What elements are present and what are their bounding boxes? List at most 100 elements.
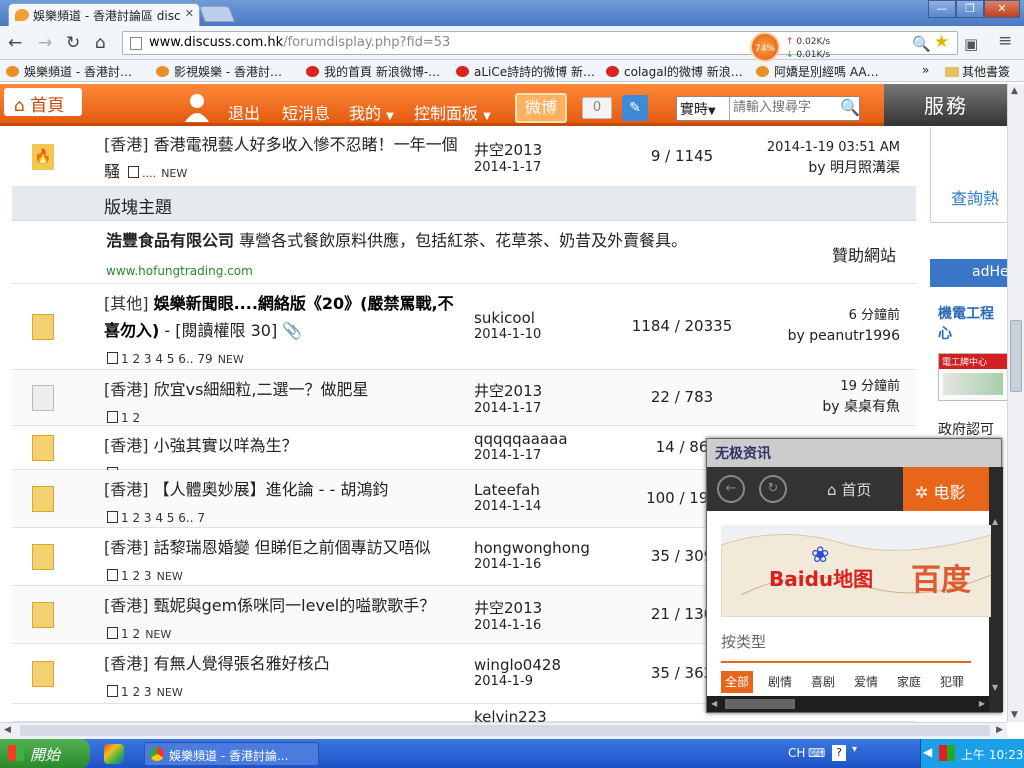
thread-title[interactable]: [香港] 話黎瑞恩婚變 但睇佢之前個專訪又唔似 1 2 3 NEW xyxy=(104,534,462,590)
thread-author[interactable]: kelvin223 xyxy=(474,708,547,722)
messages-link[interactable]: 短消息 xyxy=(282,100,330,124)
weibo-button[interactable]: 微博 xyxy=(515,93,567,123)
keyboard-icon[interactable]: ⌨ xyxy=(808,746,825,760)
folder-icon xyxy=(32,435,54,461)
category-list: 全部 剧情 喜剧 爱情 家庭 犯罪 xyxy=(721,671,991,693)
thread-author[interactable]: qqqqqaaaaa 2014-1-17 xyxy=(474,430,568,463)
thread-author[interactable]: 井空2013 2014-1-17 xyxy=(474,139,542,175)
forward-icon[interactable]: → xyxy=(38,33,52,53)
thread-author[interactable]: sukicool 2014-1-10 xyxy=(474,309,541,342)
close-window-button[interactable]: ✕ xyxy=(984,0,1020,18)
back-icon[interactable]: ← xyxy=(717,475,745,503)
ime-indicator[interactable]: CH xyxy=(788,746,805,760)
clock[interactable]: 上午 10:23 xyxy=(961,746,1023,763)
start-button[interactable]: 開始 xyxy=(0,739,90,768)
taskbar-app-button[interactable]: 娛樂頻道 - 香港討論... xyxy=(144,742,319,766)
help-icon[interactable]: ? xyxy=(832,745,846,761)
maximize-button[interactable]: ❐ xyxy=(956,0,984,18)
bookmark-item[interactable]: aLiCe詩詩的微博 新… xyxy=(456,63,595,80)
scroll-right-icon[interactable]: ▶ xyxy=(996,725,1003,735)
options-icon[interactable]: ▾ xyxy=(852,744,857,755)
baidu-map-banner[interactable]: ❀ Baidu地图 百度 xyxy=(721,525,991,617)
popup-movie-tab[interactable]: ✲ 电影 xyxy=(903,467,989,511)
new-tab-button[interactable] xyxy=(199,6,235,22)
reload-icon[interactable]: ↻ xyxy=(66,33,80,53)
bookmark-item[interactable]: 影視娛樂 - 香港討… xyxy=(156,63,282,80)
table-row[interactable]: 🔥 [香港] 香港電視藝人好多收入慘不忍睹！一年一個騷 .... NEW 井空2… xyxy=(12,127,916,187)
thread-title[interactable]: [香港] 欣宜vs細細粒,二選一？做肥星 1 2 xyxy=(104,376,462,432)
scroll-down-icon[interactable]: ▼ xyxy=(1011,710,1018,720)
thread-title[interactable]: [其他] 娛樂新聞眼....網絡版《20》(嚴禁罵戰,不喜勿入) - [閱讀權限… xyxy=(104,290,462,373)
category-tab[interactable]: 犯罪 xyxy=(936,671,968,693)
query-link[interactable]: 查詢熱 xyxy=(951,185,999,209)
thread-last-post[interactable]: 19 分鐘前 by 桌桌有魚 xyxy=(822,376,900,417)
search-icon[interactable]: 🔍 xyxy=(840,98,860,117)
thread-title[interactable]: [香港] 有無人覺得張名雅好核凸 1 2 3 NEW xyxy=(104,650,462,706)
extension-icon[interactable]: ▣ xyxy=(964,35,978,53)
search-mode-select[interactable]: 實時▼ xyxy=(677,97,730,120)
control-panel-link[interactable]: 控制面板 ▼ xyxy=(414,100,491,124)
scroll-right-icon[interactable]: ▶ xyxy=(979,699,985,708)
scroll-left-icon[interactable]: ◀ xyxy=(4,725,11,735)
thread-author[interactable]: winglo0428 2014-1-9 xyxy=(474,656,561,689)
ad-image[interactable]: 電工牌中心 xyxy=(938,353,1007,401)
popup-h-scrollbar[interactable]: ◀ ▶ xyxy=(707,696,989,712)
ad-url[interactable]: www.hofungtrading.com xyxy=(106,264,253,278)
home-button[interactable]: ⌂ 首頁 xyxy=(4,88,82,116)
other-bookmarks[interactable]: 其他書簽 xyxy=(945,63,1010,80)
thread-title[interactable]: [香港] 【人體奧妙展】進化論 - - 胡鴻鈞 1 2 3 4 5 6.. 7 xyxy=(104,476,462,532)
category-tab[interactable]: 爱情 xyxy=(850,671,882,693)
refresh-icon[interactable]: ↻ xyxy=(759,475,787,503)
tray-expand-icon[interactable]: ◀ xyxy=(923,745,932,759)
scrollbar-thumb[interactable] xyxy=(1010,320,1022,392)
scroll-left-icon[interactable]: ◀ xyxy=(711,699,717,708)
search-input[interactable] xyxy=(733,100,833,115)
thread-last-post[interactable]: 6 分鐘前 by peanutr1996 xyxy=(788,305,900,346)
thread-author[interactable]: Lateefah 2014-1-14 xyxy=(474,481,541,514)
h-scrollbar-thumb[interactable] xyxy=(20,725,990,736)
service-button[interactable]: 服務 xyxy=(884,84,1007,126)
thread-author[interactable]: 井空2013 2014-1-16 xyxy=(474,597,542,633)
back-icon[interactable]: ← xyxy=(8,33,22,53)
category-tab[interactable]: 喜剧 xyxy=(807,671,839,693)
table-row[interactable]: [其他] 娛樂新聞眼....網絡版《20》(嚴禁罵戰,不喜勿入) - [閱讀權限… xyxy=(12,284,916,370)
post-date: 2014-1-17 xyxy=(474,448,542,463)
vertical-scrollbar[interactable]: ▲ ▼ xyxy=(1007,84,1024,722)
scroll-down-icon[interactable]: ▼ xyxy=(992,683,998,692)
horizontal-scrollbar[interactable]: ◀ ▶ xyxy=(0,722,1007,739)
browser-tab[interactable]: 娛樂頻道 - 香港討論區 disc ✕ xyxy=(8,3,200,26)
minimize-button[interactable]: — xyxy=(928,0,956,18)
my-link[interactable]: 我的 ▼ xyxy=(349,100,394,124)
bookmarks-more[interactable]: » xyxy=(922,63,929,77)
ad-title[interactable]: 機電工程心 xyxy=(938,303,994,343)
category-tab[interactable]: 家庭 xyxy=(893,671,925,693)
scroll-up-icon[interactable]: ▲ xyxy=(992,517,998,526)
thread-author[interactable]: 井空2013 2014-1-17 xyxy=(474,380,542,416)
thread-author[interactable]: hongwonghong 2014-1-16 xyxy=(474,539,590,572)
popup-scrollbar[interactable]: ▲ ▼ xyxy=(989,467,1003,712)
thread-title[interactable]: [香港] 香港電視藝人好多收入慘不忍睹！一年一個騷 .... NEW xyxy=(104,131,462,187)
pencil-icon[interactable]: ✎ xyxy=(622,95,648,121)
bookmark-star-icon[interactable]: ★ xyxy=(934,32,949,52)
home-icon[interactable]: ⌂ xyxy=(95,33,106,53)
quicklaunch-icon[interactable] xyxy=(104,744,124,764)
category-all-tab[interactable]: 全部 xyxy=(721,671,753,693)
bookmark-item[interactable]: 我的首頁 新浪微博-… xyxy=(306,63,440,80)
zoom-icon[interactable]: 🔍 xyxy=(912,35,931,53)
thread-last-post[interactable]: 2014-1-19 03:51 AM by 明月照溝渠 xyxy=(767,137,900,178)
bookmark-item[interactable]: 阿嬌是別經嗎 AA… xyxy=(756,63,896,80)
table-row[interactable]: [香港] 欣宜vs細細粒,二選一？做肥星 1 2 井空2013 2014-1-17 2… xyxy=(12,370,916,426)
avatar[interactable] xyxy=(184,92,210,122)
logout-link[interactable]: 退出 xyxy=(228,100,260,124)
bookmark-item[interactable]: colagal的微博 新浪… xyxy=(606,63,743,80)
tray-app-icon[interactable] xyxy=(939,745,955,761)
bookmark-item[interactable]: 娛樂頻道 - 香港討… xyxy=(6,63,132,80)
popup-home-tab[interactable]: ⌂ 首页 xyxy=(827,479,871,500)
category-tab[interactable]: 剧情 xyxy=(764,671,796,693)
speed-widget[interactable]: 74% ↑ 0.02K/s ↓ 0.01K/s xyxy=(750,32,840,64)
sponsored-ad[interactable]: 浩豐食品有限公司 專營各式餐飲原料供應，包括紅茶、花草茶、奶昔及外賣餐具。 ww… xyxy=(12,222,916,284)
scroll-up-icon[interactable]: ▲ xyxy=(1011,86,1018,96)
thread-title[interactable]: [香港] 甄妮與gem係咪同一level的嗌歌歌手？ 1 2 NEW xyxy=(104,592,462,648)
tab-close-icon[interactable]: ✕ xyxy=(185,7,194,20)
menu-icon[interactable]: ≡ xyxy=(998,31,1012,51)
